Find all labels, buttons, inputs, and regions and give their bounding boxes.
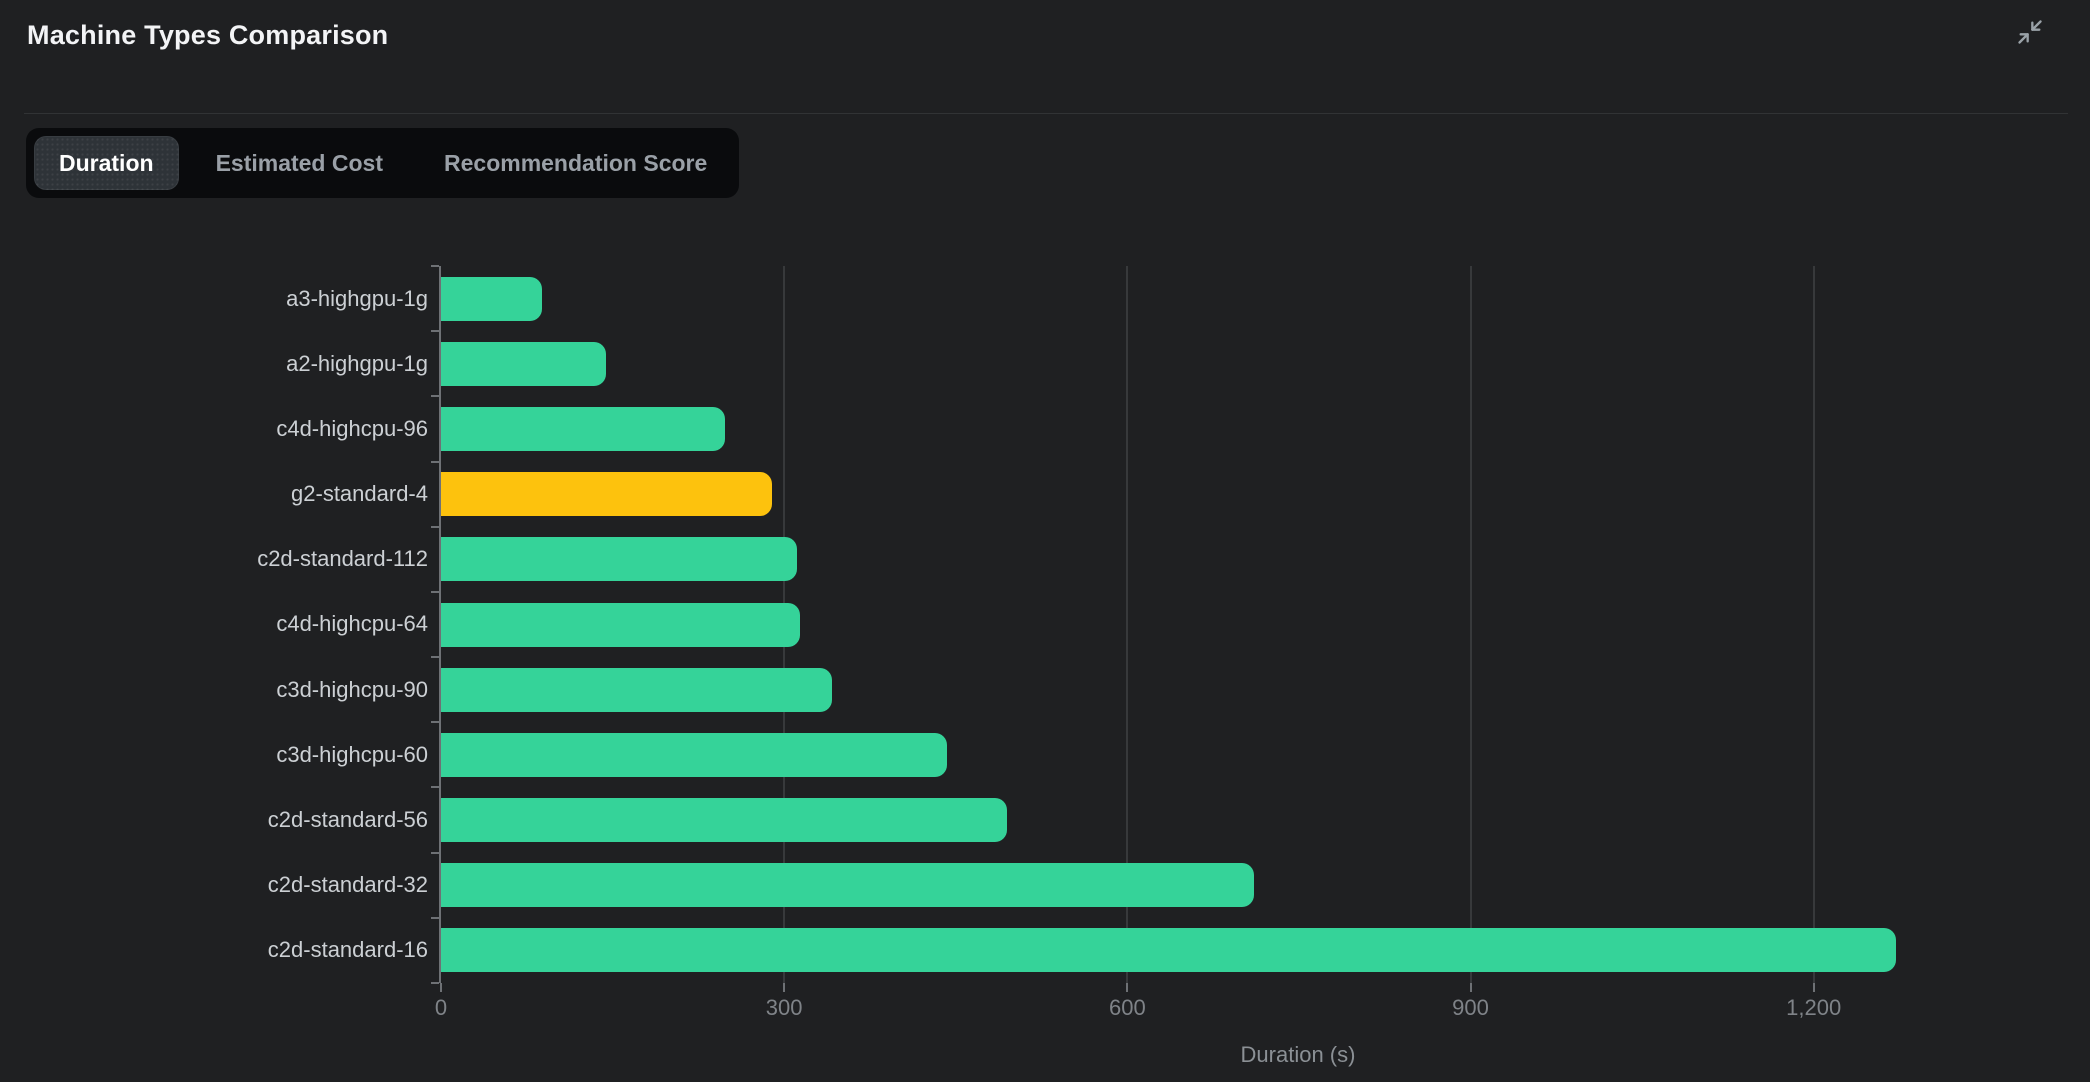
x-axis-tick-label-1,200: 1,200 xyxy=(1744,995,1884,1021)
gridline-1200 xyxy=(1813,266,1815,983)
y-axis-tick xyxy=(431,917,439,919)
y-axis-tick xyxy=(431,591,439,593)
tab-estimated-cost[interactable]: Estimated Cost xyxy=(192,136,407,190)
y-axis-tick xyxy=(431,330,439,332)
bar-c2d-standard-112[interactable] xyxy=(441,537,797,581)
y-axis-tick xyxy=(431,721,439,723)
y-axis-tick xyxy=(431,461,439,463)
y-axis-label-c2d-standard-16: c2d-standard-16 xyxy=(0,918,428,983)
x-axis-tick-label-900: 900 xyxy=(1401,995,1541,1021)
y-axis-tick xyxy=(431,982,439,984)
bar-a3-highgpu-1g[interactable] xyxy=(441,277,542,321)
x-axis-tick xyxy=(1126,983,1128,992)
y-axis-labels: a3-highgpu-1ga2-highgpu-1gc4d-highcpu-96… xyxy=(0,266,428,983)
header-divider xyxy=(24,113,2068,114)
x-axis-tick xyxy=(783,983,785,992)
y-axis-label-c2d-standard-32: c2d-standard-32 xyxy=(0,853,428,918)
bar-c3d-highcpu-60[interactable] xyxy=(441,733,947,777)
y-axis-label-c3d-highcpu-60: c3d-highcpu-60 xyxy=(0,722,428,787)
x-axis-tick xyxy=(1470,983,1472,992)
y-axis-tick xyxy=(431,852,439,854)
bar-g2-standard-4[interactable] xyxy=(441,472,772,516)
y-axis-label-g2-standard-4: g2-standard-4 xyxy=(0,462,428,527)
x-axis-tick xyxy=(1813,983,1815,992)
bar-c2d-standard-32[interactable] xyxy=(441,863,1254,907)
gridline-900 xyxy=(1470,266,1472,983)
y-axis-label-a3-highgpu-1g: a3-highgpu-1g xyxy=(0,266,428,331)
bar-c2d-standard-16[interactable] xyxy=(441,928,1896,972)
y-axis-label-c4d-highcpu-96: c4d-highcpu-96 xyxy=(0,396,428,461)
bar-c4d-highcpu-96[interactable] xyxy=(441,407,725,451)
x-axis-title: Duration (s) xyxy=(1148,1042,1448,1068)
x-axis-tick-label-0: 0 xyxy=(371,995,511,1021)
x-axis-tick-label-600: 600 xyxy=(1057,995,1197,1021)
bar-c2d-standard-56[interactable] xyxy=(441,798,1007,842)
y-axis-tick xyxy=(431,656,439,658)
bar-a2-highgpu-1g[interactable] xyxy=(441,342,606,386)
y-axis-tick xyxy=(431,786,439,788)
collapse-diagonal-arrows-icon xyxy=(2016,18,2044,46)
tab-recommendation-score[interactable]: Recommendation Score xyxy=(420,136,731,190)
metric-tabbar: Duration Estimated Cost Recommendation S… xyxy=(26,128,739,198)
page-title: Machine Types Comparison xyxy=(27,20,388,51)
plot-area xyxy=(441,266,2023,983)
y-axis-label-c2d-standard-56: c2d-standard-56 xyxy=(0,787,428,852)
y-axis-label-c4d-highcpu-64: c4d-highcpu-64 xyxy=(0,592,428,657)
bar-c3d-highcpu-90[interactable] xyxy=(441,668,832,712)
machine-types-comparison-panel: { "header": { "title": "Machine Types Co… xyxy=(0,0,2090,1082)
tab-duration[interactable]: Duration xyxy=(34,136,179,190)
collapse-button[interactable] xyxy=(2012,14,2048,50)
x-axis-tick xyxy=(440,983,442,992)
x-axis-tick-label-300: 300 xyxy=(714,995,854,1021)
y-axis-tick xyxy=(431,526,439,528)
y-axis-label-c2d-standard-112: c2d-standard-112 xyxy=(0,527,428,592)
y-axis-label-a2-highgpu-1g: a2-highgpu-1g xyxy=(0,331,428,396)
y-axis-tick xyxy=(431,265,439,267)
bar-c4d-highcpu-64[interactable] xyxy=(441,603,800,647)
y-axis-label-c3d-highcpu-90: c3d-highcpu-90 xyxy=(0,657,428,722)
x-axis-tick-labels: 03006009001,200 xyxy=(441,995,2023,1023)
y-axis-tick xyxy=(431,395,439,397)
